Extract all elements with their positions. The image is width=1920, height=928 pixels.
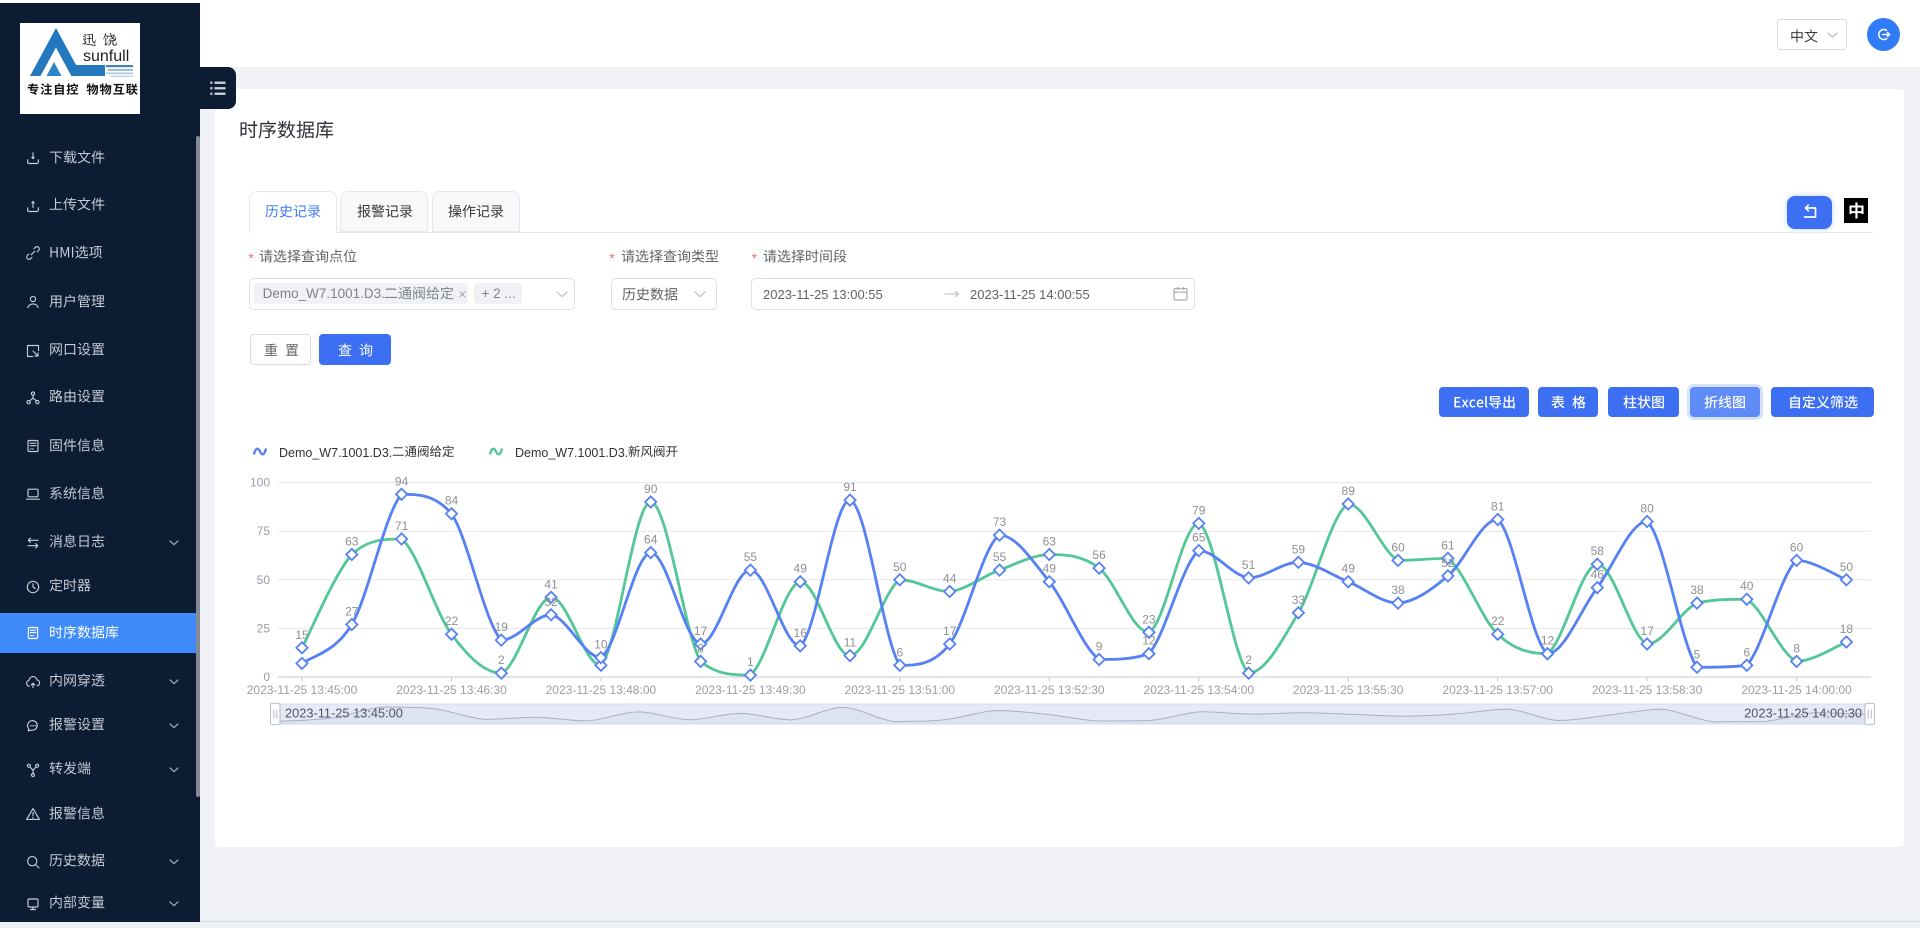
- svg-text:38: 38: [1690, 583, 1704, 597]
- svg-text:44: 44: [943, 572, 957, 586]
- svg-text:10: 10: [594, 638, 608, 652]
- svg-text:91: 91: [843, 480, 857, 494]
- svg-text:80: 80: [1640, 502, 1654, 516]
- svg-text:1: 1: [747, 655, 754, 669]
- svg-text:58: 58: [1591, 544, 1605, 558]
- svg-text:2023-11-25 13:46:30: 2023-11-25 13:46:30: [396, 683, 507, 697]
- svg-text:50: 50: [1840, 560, 1854, 574]
- svg-text:9: 9: [1096, 640, 1103, 654]
- svg-text:38: 38: [1391, 583, 1405, 597]
- svg-text:8: 8: [697, 641, 704, 655]
- svg-text:65: 65: [1192, 531, 1206, 545]
- svg-text:2023-11-25 13:51:00: 2023-11-25 13:51:00: [845, 683, 956, 697]
- svg-text:16: 16: [794, 626, 808, 640]
- svg-text:63: 63: [345, 535, 359, 549]
- svg-text:2023-11-25 13:49:30: 2023-11-25 13:49:30: [695, 683, 806, 697]
- svg-text:8: 8: [1793, 641, 1800, 655]
- svg-text:2: 2: [1245, 653, 1252, 667]
- svg-text:12: 12: [1541, 634, 1555, 648]
- svg-text:11: 11: [844, 636, 857, 650]
- svg-text:63: 63: [1043, 535, 1057, 549]
- svg-text:50: 50: [893, 560, 907, 574]
- svg-text:49: 49: [1342, 562, 1356, 576]
- svg-text:12: 12: [1142, 634, 1156, 648]
- svg-text:2023-11-25 13:48:00: 2023-11-25 13:48:00: [546, 683, 657, 697]
- svg-text:17: 17: [1640, 624, 1654, 638]
- svg-text:6: 6: [896, 645, 903, 659]
- svg-text:40: 40: [1740, 579, 1754, 593]
- svg-text:2023-11-25 13:57:00: 2023-11-25 13:57:00: [1442, 683, 1553, 697]
- svg-text:15: 15: [295, 628, 309, 642]
- svg-text:0: 0: [263, 670, 270, 684]
- svg-text:55: 55: [993, 550, 1007, 564]
- svg-text:22: 22: [1491, 614, 1505, 628]
- svg-text:79: 79: [1192, 503, 1206, 517]
- svg-text:50: 50: [257, 573, 271, 587]
- svg-text:84: 84: [445, 494, 459, 508]
- svg-text:59: 59: [1292, 542, 1306, 556]
- svg-text:5: 5: [1694, 647, 1701, 661]
- svg-text:2: 2: [498, 653, 505, 667]
- svg-text:2023-11-25 14:00:30: 2023-11-25 14:00:30: [1744, 706, 1862, 721]
- svg-text:33: 33: [1292, 593, 1306, 607]
- svg-text:2023-11-25 13:54:00: 2023-11-25 13:54:00: [1144, 683, 1255, 697]
- svg-text:22: 22: [445, 614, 459, 628]
- svg-text:18: 18: [1840, 622, 1854, 636]
- svg-text:73: 73: [993, 515, 1007, 529]
- svg-text:19: 19: [495, 620, 509, 634]
- svg-text:25: 25: [257, 621, 271, 635]
- svg-text:49: 49: [794, 562, 808, 576]
- svg-text:60: 60: [1790, 540, 1804, 554]
- svg-text:2023-11-25 13:58:30: 2023-11-25 13:58:30: [1592, 683, 1703, 697]
- svg-text:89: 89: [1342, 484, 1356, 498]
- svg-text:90: 90: [644, 482, 658, 496]
- svg-text:94: 94: [395, 474, 409, 488]
- svg-text:23: 23: [1142, 612, 1156, 626]
- svg-text:60: 60: [1391, 540, 1405, 554]
- svg-text:75: 75: [257, 524, 271, 538]
- svg-text:71: 71: [395, 519, 409, 533]
- svg-text:61: 61: [1441, 538, 1455, 552]
- svg-text:2023-11-25 13:55:30: 2023-11-25 13:55:30: [1293, 683, 1404, 697]
- svg-text:51: 51: [1242, 558, 1256, 572]
- svg-text:49: 49: [1043, 562, 1057, 576]
- svg-text:17: 17: [694, 624, 708, 638]
- svg-text:2023-11-25 14:00:00: 2023-11-25 14:00:00: [1741, 683, 1852, 697]
- svg-text:2023-11-25 13:45:00: 2023-11-25 13:45:00: [247, 683, 358, 697]
- svg-text:32: 32: [544, 595, 558, 609]
- svg-text:2023-11-25 13:45:00: 2023-11-25 13:45:00: [285, 706, 403, 721]
- svg-text:6: 6: [1743, 645, 1750, 659]
- svg-text:64: 64: [644, 533, 658, 547]
- svg-text:100: 100: [250, 476, 270, 490]
- svg-text:52: 52: [1441, 556, 1455, 570]
- svg-text:56: 56: [1092, 548, 1106, 562]
- svg-text:41: 41: [544, 577, 558, 591]
- svg-text:2023-11-25 13:52:30: 2023-11-25 13:52:30: [994, 683, 1105, 697]
- svg-text:55: 55: [744, 550, 758, 564]
- svg-text:81: 81: [1491, 500, 1505, 514]
- svg-text:46: 46: [1591, 568, 1605, 582]
- svg-text:17: 17: [943, 624, 957, 638]
- svg-text:27: 27: [345, 605, 359, 619]
